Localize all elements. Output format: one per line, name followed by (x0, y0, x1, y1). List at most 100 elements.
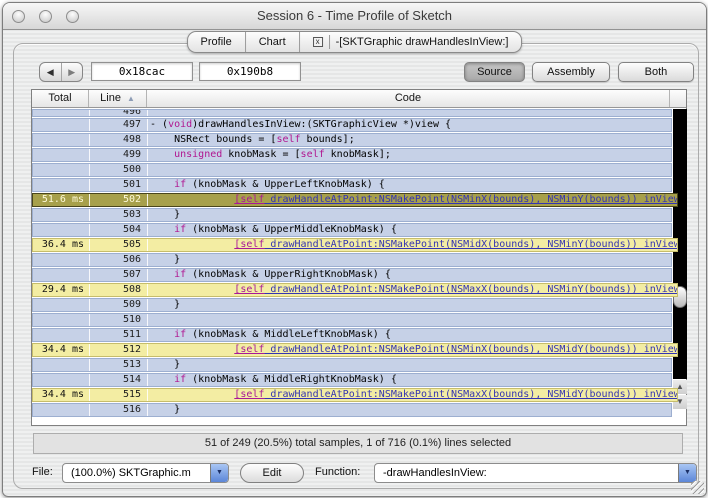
code-link[interactable]: [self (234, 344, 264, 355)
total-cell (33, 314, 90, 326)
code-cell: } (148, 359, 671, 371)
table-row[interactable]: 511 if (knobMask & MiddleLeftKnobMask) { (32, 328, 672, 342)
code-text: knobMask = [ (222, 149, 300, 160)
total-cell (33, 254, 90, 266)
line-number-cell: 506 (90, 254, 148, 266)
column-header-total[interactable]: Total (32, 90, 89, 107)
both-button[interactable]: Both (618, 62, 694, 82)
history-nav-button: ◀ ▶ (39, 62, 83, 82)
table-row[interactable]: 514 if (knobMask & MiddleRightKnobMask) … (32, 373, 672, 387)
tab-close-icon[interactable]: x (313, 37, 323, 47)
code-text: if (174, 269, 186, 280)
code-cell: [self drawHandleAtPoint:NSMakePoint(NSMa… (148, 389, 677, 401)
tab-bar: Profile Chart x -[SKTGraphic drawHandles… (187, 31, 523, 53)
function-popup[interactable]: -drawHandlesInView: ▼ (374, 463, 697, 483)
table-row[interactable]: 509 } (32, 298, 672, 312)
file-popup-value: (100.0%) SKTGraphic.m (71, 467, 191, 479)
table-row[interactable]: 500 (32, 163, 672, 177)
tab-profile[interactable]: Profile (188, 32, 246, 52)
code-text: (knobMask & UpperMiddleKnobMask) { (186, 224, 397, 235)
resize-grip-icon[interactable] (691, 481, 704, 494)
line-number-cell: 499 (90, 149, 148, 161)
table-row[interactable]: 34.4 ms512 [self drawHandleAtPoint:NSMak… (32, 343, 678, 357)
code-text (150, 224, 174, 235)
total-cell (33, 404, 90, 416)
source-button[interactable]: Source (464, 62, 525, 82)
popup-arrow-icon: ▼ (678, 464, 696, 482)
line-number-cell: 514 (90, 374, 148, 386)
table-row[interactable]: 29.4 ms508 [self drawHandleAtPoint:NSMak… (32, 283, 678, 297)
address-field-end[interactable] (199, 62, 301, 81)
line-number-cell: 504 (90, 224, 148, 236)
table-row[interactable]: 497- (void)drawHandlesInView:(SKTGraphic… (32, 118, 672, 132)
edit-button[interactable]: Edit (240, 463, 304, 483)
code-link[interactable]: [self (234, 284, 264, 295)
title-bar[interactable]: Session 6 - Time Profile of Sketch (3, 3, 706, 30)
address-field-start[interactable] (91, 62, 193, 81)
back-arrow-icon[interactable]: ◀ (40, 63, 62, 81)
line-number-cell: 496 (90, 109, 148, 116)
line-number-cell: 513 (90, 359, 148, 371)
file-label: File: (32, 466, 53, 478)
table-row[interactable]: 51.6 ms502 [self drawHandleAtPoint:NSMak… (32, 193, 678, 207)
code-link[interactable]: drawHandleAtPoint:NSMakePoint(NSMaxX(bou… (264, 284, 677, 295)
total-cell (33, 149, 90, 161)
sort-ascending-icon: ▲ (127, 94, 135, 103)
code-cell: [self drawHandleAtPoint:NSMakePoint(NSMi… (148, 239, 677, 251)
code-link[interactable]: drawHandleAtPoint:NSMakePoint(NSMaxX(bou… (264, 389, 677, 400)
tab-divider (329, 35, 330, 49)
table-row[interactable]: 507 if (knobMask & UpperRightKnobMask) { (32, 268, 672, 282)
total-cell (33, 134, 90, 146)
table-header: Total Line▲ Code (32, 90, 686, 108)
assembly-button[interactable]: Assembly (532, 62, 610, 82)
table-row[interactable]: 501 if (knobMask & UpperLeftKnobMask) { (32, 178, 672, 192)
total-cell (33, 109, 90, 116)
table-row[interactable]: 499 unsigned knobMask = [self knobMask]; (32, 148, 672, 162)
code-link[interactable]: drawHandleAtPoint:NSMakePoint(NSMinX(bou… (264, 194, 677, 205)
table-row[interactable]: 503 } (32, 208, 672, 222)
code-cell: [self drawHandleAtPoint:NSMakePoint(NSMi… (148, 194, 677, 206)
table-row[interactable]: 506 } (32, 253, 672, 267)
code-cell: if (knobMask & MiddleLeftKnobMask) { (148, 329, 671, 341)
code-text: self (301, 149, 325, 160)
table-row[interactable]: 496 (32, 109, 672, 117)
tab-code-browser[interactable]: x -[SKTGraphic drawHandlesInView:] (300, 32, 522, 52)
code-cell: unsigned knobMask = [self knobMask]; (148, 149, 671, 161)
table-row[interactable]: 510 (32, 313, 672, 327)
forward-arrow-icon[interactable]: ▶ (62, 63, 83, 81)
code-cell: [self drawHandleAtPoint:NSMakePoint(NSMi… (148, 344, 677, 356)
line-number-cell: 508 (90, 284, 148, 296)
table-row[interactable]: 36.4 ms505 [self drawHandleAtPoint:NSMak… (32, 238, 678, 252)
popup-arrow-icon: ▼ (210, 464, 228, 482)
code-text (150, 194, 234, 205)
file-popup[interactable]: (100.0%) SKTGraphic.m ▼ (62, 463, 229, 483)
tab-chart[interactable]: Chart (246, 32, 300, 52)
table-row[interactable]: 513 } (32, 358, 672, 372)
table-row[interactable]: 34.4 ms515 [self drawHandleAtPoint:NSMak… (32, 388, 678, 402)
code-link[interactable]: [self (234, 239, 264, 250)
code-link[interactable]: [self (234, 194, 264, 205)
code-text: } (150, 359, 180, 370)
line-number-cell: 500 (90, 164, 148, 176)
code-text: unsigned (174, 149, 222, 160)
code-link[interactable]: drawHandleAtPoint:NSMakePoint(NSMinX(bou… (264, 344, 677, 355)
vertical-scrollbar[interactable]: ▲ ▼ (673, 109, 687, 418)
total-cell (33, 374, 90, 386)
code-text: if (174, 374, 186, 385)
code-cell: if (knobMask & UpperRightKnobMask) { (148, 269, 671, 281)
code-link[interactable]: [self (234, 389, 264, 400)
line-number-cell: 502 (90, 194, 148, 206)
table-row[interactable]: 516 } (32, 403, 672, 417)
table-row[interactable]: 498 NSRect bounds = [self bounds]; (32, 133, 672, 147)
column-header-code[interactable]: Code (147, 90, 670, 107)
column-header-line[interactable]: Line▲ (89, 90, 147, 107)
code-cell: NSRect bounds = [self bounds]; (148, 134, 671, 146)
code-text (150, 374, 174, 385)
code-text: if (174, 329, 186, 340)
code-text: (knobMask & MiddleLeftKnobMask) { (186, 329, 391, 340)
code-cell: if (knobMask & UpperLeftKnobMask) { (148, 179, 671, 191)
table-row[interactable]: 504 if (knobMask & UpperMiddleKnobMask) … (32, 223, 672, 237)
line-number-cell: 510 (90, 314, 148, 326)
code-link[interactable]: drawHandleAtPoint:NSMakePoint(NSMidX(bou… (264, 239, 677, 250)
code-text (150, 269, 174, 280)
